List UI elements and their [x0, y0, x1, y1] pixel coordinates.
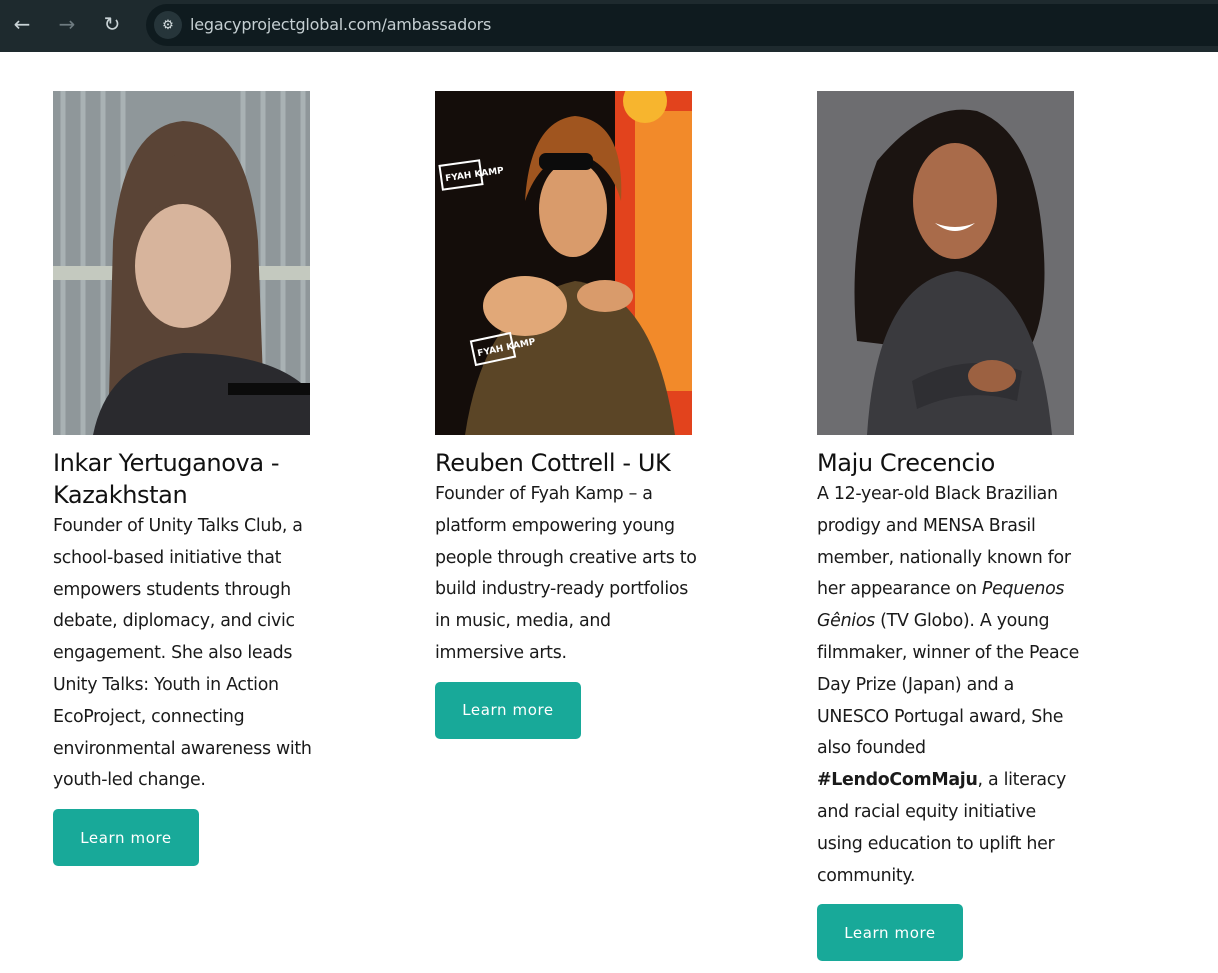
learn-more-button[interactable]: Learn more [817, 904, 963, 962]
browser-toolbar: ← → ↻ ⚙ legacyprojectglobal.com/ambassad… [0, 0, 1218, 52]
address-bar[interactable]: ⚙ legacyprojectglobal.com/ambassadors [146, 4, 1218, 46]
description-text: (TV Globo). A young filmmaker, winner of… [817, 611, 1079, 759]
reload-icon: ↻ [103, 12, 121, 36]
reload-button[interactable]: ↻ [98, 10, 126, 38]
ambassador-description: A 12-year-old Black Brazilian prodigy an… [817, 479, 1079, 892]
ambassador-photo [53, 91, 310, 435]
site-info-button[interactable]: ⚙ [154, 11, 182, 39]
ambassador-card: FYAH KAMP FYAH KAMP Reuben Cottrell - UK… [435, 91, 697, 739]
ambassador-photo: FYAH KAMP FYAH KAMP [435, 91, 692, 435]
ambassador-description: Founder of Unity Talks Club, a school-ba… [53, 516, 312, 791]
ambassador-description: Founder of Fyah Kamp – a platform empowe… [435, 484, 697, 663]
ambassador-card: Inkar Yertuganova - Kazakhstan Founder o… [53, 91, 312, 867]
learn-more-button[interactable]: Learn more [435, 681, 581, 739]
ambassador-photo [817, 91, 1074, 435]
ambassador-name: Inkar Yertuganova - Kazakhstan [53, 449, 280, 509]
tune-icon: ⚙ [162, 17, 174, 33]
hashtag: #LendoComMaju [817, 770, 978, 791]
url-text[interactable]: legacyprojectglobal.com/ambassadors [190, 15, 491, 34]
arrow-left-icon: ← [13, 12, 31, 36]
learn-more-button[interactable]: Learn more [53, 809, 199, 867]
ambassador-name: Reuben Cottrell - UK [435, 449, 671, 477]
forward-button[interactable]: → [53, 10, 81, 38]
back-button[interactable]: ← [8, 10, 36, 38]
ambassador-card: Maju Crecencio A 12-year-old Black Brazi… [817, 91, 1079, 962]
ambassador-name: Maju Crecencio [817, 449, 995, 477]
arrow-right-icon: → [58, 12, 76, 36]
